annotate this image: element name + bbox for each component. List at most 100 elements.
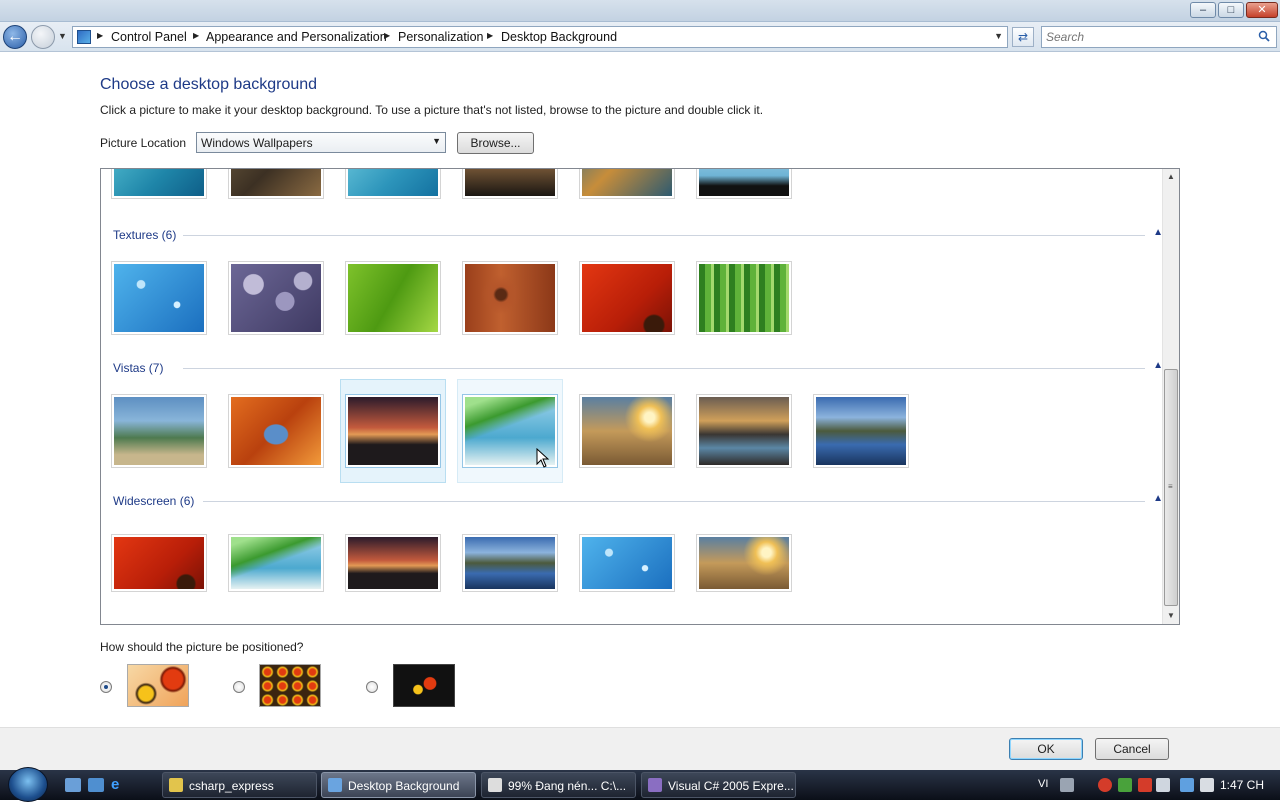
minimize-button[interactable]: – — [1190, 2, 1216, 18]
wallpaper-thumbnail[interactable] — [111, 169, 207, 199]
show-desktop-icon[interactable] — [65, 778, 81, 792]
ok-button[interactable]: OK — [1009, 738, 1083, 760]
wallpaper-thumbnail[interactable] — [345, 534, 441, 592]
wallpaper-thumbnail-selected[interactable] — [345, 394, 441, 468]
scroll-thumb[interactable]: ≡ — [1164, 369, 1178, 606]
switch-windows-icon[interactable] — [88, 778, 104, 792]
window-titlebar: – □ ✕ — [0, 0, 1280, 22]
address-dropdown-icon[interactable]: ▼ — [994, 31, 1003, 41]
history-dropdown-icon[interactable]: ▼ — [58, 31, 67, 41]
wallpaper-thumbnail[interactable] — [345, 261, 441, 335]
search-input[interactable] — [1046, 30, 1256, 44]
wallpaper-thumbnail[interactable] — [579, 169, 675, 199]
wallpaper-thumbnail[interactable] — [228, 261, 324, 335]
maximize-button[interactable]: □ — [1218, 2, 1244, 18]
wallpaper-thumbnail[interactable] — [345, 169, 441, 199]
breadcrumb-desktop-background[interactable]: Desktop Background — [501, 30, 617, 44]
wallpaper-thumbnail[interactable] — [111, 394, 207, 468]
group-divider — [183, 368, 1145, 369]
start-button[interactable] — [8, 767, 48, 802]
wallpaper-thumbnail[interactable] — [462, 261, 558, 335]
position-center-radio[interactable] — [366, 681, 378, 693]
task-csharp-express[interactable]: csharp_express — [162, 772, 317, 798]
wallpaper-thumbnail[interactable] — [111, 534, 207, 592]
close-button[interactable]: ✕ — [1246, 2, 1278, 18]
network-icon[interactable] — [1180, 778, 1194, 792]
wallpaper-thumbnail[interactable] — [696, 169, 792, 199]
cancel-button[interactable]: Cancel — [1095, 738, 1169, 760]
network-error-icon[interactable] — [1138, 778, 1152, 792]
wallpaper-thumbnail[interactable] — [579, 261, 675, 335]
task-desktop-background[interactable]: Desktop Background — [321, 772, 476, 798]
scroll-up-arrow-icon[interactable]: ▲ — [1163, 169, 1179, 185]
group-header-textures[interactable]: Textures (6) ▲ — [113, 227, 1163, 244]
wallpaper-thumbnail[interactable] — [696, 534, 792, 592]
control-panel-icon — [77, 30, 91, 44]
group-title: Textures (6) — [113, 228, 183, 242]
vertical-scrollbar[interactable]: ▲ ≡ ▼ — [1162, 169, 1179, 624]
back-arrow-icon: ← — [7, 28, 23, 45]
position-fit-radio[interactable] — [100, 681, 112, 693]
wallpaper-thumbnail[interactable] — [111, 261, 207, 335]
positioning-label: How should the picture be positioned? — [100, 640, 304, 654]
breadcrumb-appearance[interactable]: Appearance and Personalization — [206, 30, 387, 44]
wallpaper-thumbnail[interactable] — [813, 394, 909, 468]
task-7zip[interactable]: 99% Đang nén... C:\... — [481, 772, 636, 798]
group-title: Widescreen (6) — [113, 494, 201, 508]
visual-studio-icon — [648, 778, 662, 792]
refresh-button[interactable]: ⇄ — [1012, 27, 1034, 47]
wallpaper-thumbnail[interactable] — [696, 261, 792, 335]
internet-explorer-icon[interactable]: e — [111, 777, 127, 792]
chevron-right-icon[interactable]: ▶ — [97, 31, 103, 40]
wallpaper-thumbnail[interactable] — [228, 169, 324, 199]
group-divider — [183, 235, 1145, 236]
group-title: Vistas (7) — [113, 361, 170, 375]
wallpaper-thumbnail[interactable] — [696, 394, 792, 468]
mouse-cursor-icon — [536, 448, 550, 468]
removable-device-icon[interactable] — [1156, 778, 1170, 792]
wallpaper-thumbnail[interactable] — [228, 534, 324, 592]
wallpaper-thumbnail[interactable] — [579, 394, 675, 468]
task-visual-csharp[interactable]: Visual C# 2005 Expre... — [641, 772, 796, 798]
page-description: Click a picture to make it your desktop … — [100, 103, 764, 117]
position-fit-preview[interactable] — [127, 664, 189, 707]
group-divider — [203, 501, 1145, 502]
task-label: Visual C# 2005 Expre... — [668, 779, 794, 793]
clock[interactable]: 1:47 CH — [1220, 778, 1264, 792]
breadcrumb-personalization[interactable]: Personalization — [398, 30, 483, 44]
browse-button[interactable]: Browse... — [457, 132, 534, 154]
refresh-icon: ⇄ — [1017, 30, 1029, 44]
chevron-right-icon[interactable]: ▶ — [193, 31, 199, 40]
volume-muted-icon[interactable] — [1200, 778, 1214, 792]
keyboard-icon[interactable] — [1060, 778, 1074, 792]
wallpaper-thumbnail[interactable] — [462, 169, 558, 199]
chevron-right-icon[interactable]: ▶ — [384, 31, 390, 40]
task-label: 99% Đang nén... C:\... — [508, 779, 627, 793]
group-header-widescreen[interactable]: Widescreen (6) ▲ — [113, 493, 1163, 510]
position-tile-radio[interactable] — [233, 681, 245, 693]
wallpaper-thumbnail[interactable] — [462, 534, 558, 592]
position-center-preview[interactable] — [393, 664, 455, 707]
search-box[interactable] — [1041, 26, 1277, 48]
scroll-down-arrow-icon[interactable]: ▼ — [1163, 608, 1179, 624]
picture-location-value: Windows Wallpapers — [201, 136, 313, 150]
security-alert-icon[interactable] — [1098, 778, 1112, 792]
picture-location-label: Picture Location — [100, 136, 187, 150]
chevron-right-icon[interactable]: ▶ — [487, 31, 493, 40]
breadcrumb-control-panel[interactable]: Control Panel — [111, 30, 187, 44]
close-icon: ✕ — [1257, 4, 1267, 16]
shield-check-icon[interactable] — [1118, 778, 1132, 792]
back-button[interactable]: ← — [3, 25, 27, 49]
picture-location-select[interactable]: Windows Wallpapers ▼ — [196, 132, 446, 153]
grip-icon: ≡ — [1168, 482, 1173, 491]
wallpaper-thumbnail[interactable] — [579, 534, 675, 592]
search-icon[interactable] — [1258, 30, 1270, 42]
wallpaper-gallery: Textures (6) ▲ Vistas (7) ▲ Widescreen (… — [100, 168, 1180, 625]
group-header-vistas[interactable]: Vistas (7) ▲ — [113, 360, 1163, 377]
position-tile-preview[interactable] — [259, 664, 321, 707]
forward-button[interactable] — [31, 25, 55, 49]
wallpaper-thumbnail[interactable] — [228, 394, 324, 468]
address-bar[interactable]: ▶ Control Panel ▶ Appearance and Persona… — [72, 26, 1008, 48]
control-panel-icon — [328, 778, 342, 792]
language-indicator[interactable]: VI — [1038, 778, 1048, 790]
